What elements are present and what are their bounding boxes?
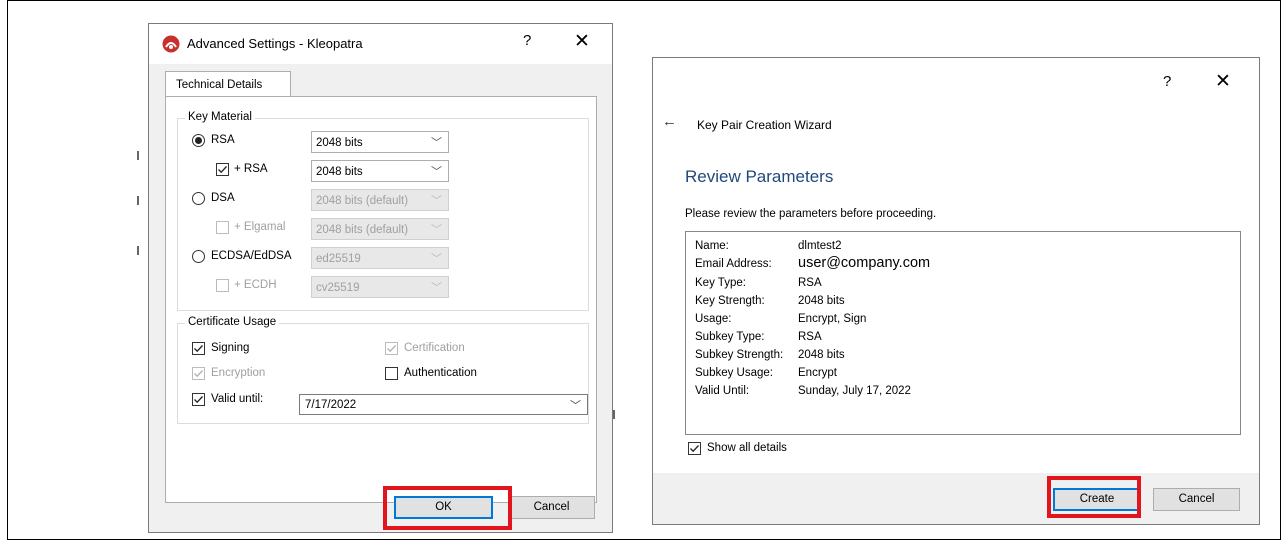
param-row: Subkey Strength: 2048 bits [695, 349, 845, 361]
dsa-label: DSA [211, 192, 235, 204]
cancel-button[interactable]: Cancel [1153, 488, 1240, 511]
ecdh-curve-select[interactable]: cv25519 ﹀ [311, 276, 449, 298]
dialog-title: Advanced Settings - Kleopatra [187, 36, 363, 51]
ecdsa-radio[interactable] [192, 250, 205, 263]
background-fragment [137, 196, 139, 205]
key-pair-wizard-dialog: ? ✕ ← Key Pair Creation Wizard Review Pa… [652, 57, 1260, 525]
group-title: Key Material [185, 111, 255, 123]
wizard-title: Key Pair Creation Wizard [697, 118, 832, 132]
param-row: Subkey Usage: Encrypt [695, 367, 837, 379]
param-row: Key Strength: 2048 bits [695, 295, 845, 307]
show-all-details-label: Show all details [707, 442, 787, 454]
close-icon[interactable]: ✕ [574, 30, 590, 53]
advanced-settings-dialog: Advanced Settings - Kleopatra ? ✕ Techni… [148, 23, 613, 533]
chevron-down-icon: ﹀ [431, 166, 442, 178]
help-icon[interactable]: ? [523, 32, 531, 49]
param-row: Valid Until: Sunday, July 17, 2022 [695, 385, 911, 397]
background-fragment [137, 246, 139, 255]
ecdh-checkbox[interactable] [216, 279, 229, 292]
show-all-details-checkbox[interactable] [688, 442, 701, 455]
intro-text: Please review the parameters before proc… [685, 208, 937, 220]
rsa-subkey-checkbox[interactable] [216, 163, 229, 176]
param-row: Key Type: RSA [695, 277, 822, 289]
elgamal-checkbox[interactable] [216, 221, 229, 234]
elgamal-key-size-select[interactable]: 2048 bits (default) ﹀ [311, 218, 449, 240]
rsa-key-size-select[interactable]: 2048 bits ﹀ [311, 131, 449, 153]
group-title: Certificate Usage [185, 316, 280, 328]
signing-label: Signing [211, 342, 250, 354]
checkmark-icon [690, 445, 699, 453]
chevron-down-icon: ﹀ [431, 224, 442, 236]
rsa-subkey-label: + RSA [234, 163, 268, 175]
key-material-group: Key Material RSA 2048 bits ﹀ + RSA 2048 b… [177, 111, 589, 311]
authentication-label: Authentication [404, 367, 477, 379]
valid-until-checkbox[interactable] [192, 393, 205, 406]
create-highlight-box [1047, 476, 1141, 518]
ok-highlight-box [383, 486, 512, 530]
checkmark-icon [194, 396, 203, 404]
title-bar: Advanced Settings - Kleopatra ? ✕ [149, 24, 612, 64]
background-fragment [613, 410, 615, 419]
cancel-button[interactable]: Cancel [508, 496, 595, 519]
certification-label: Certification [404, 342, 465, 354]
background-fragment [137, 151, 139, 160]
param-row: Subkey Type: RSA [695, 331, 822, 343]
param-row: Usage: Encrypt, Sign [695, 313, 867, 325]
dsa-key-size-select[interactable]: 2048 bits (default) ﹀ [311, 189, 449, 211]
valid-until-label: Valid until: [211, 393, 264, 405]
page-heading: Review Parameters [685, 167, 834, 186]
help-icon[interactable]: ? [1163, 73, 1171, 90]
chevron-down-icon: ﹀ [431, 282, 442, 294]
rsa-subkey-size-select[interactable]: 2048 bits ﹀ [311, 160, 449, 182]
dsa-radio[interactable] [192, 192, 205, 205]
chevron-down-icon: ﹀ [431, 195, 442, 207]
certification-checkbox[interactable] [385, 342, 398, 355]
chevron-down-icon: ﹀ [570, 400, 581, 412]
signing-checkbox[interactable] [192, 342, 205, 355]
checkmark-icon [218, 166, 227, 174]
encryption-checkbox[interactable] [192, 367, 205, 380]
encryption-label: Encryption [211, 367, 266, 379]
parameters-box: Name: dlmtest2 Email Address: user@company… [685, 231, 1241, 435]
ecdsa-curve-select[interactable]: ed25519 ﹀ [311, 247, 449, 269]
checkmark-icon [194, 345, 203, 353]
ecdsa-label: ECDSA/EdDSA [211, 250, 292, 262]
kleopatra-app-icon [162, 35, 180, 53]
chevron-down-icon: ﹀ [431, 253, 442, 265]
rsa-label: RSA [211, 134, 235, 146]
authentication-checkbox[interactable] [385, 367, 398, 380]
tab-technical-details[interactable]: Technical Details [165, 71, 291, 97]
chevron-down-icon: ﹀ [431, 137, 442, 149]
param-row: Email Address: user@company.com [695, 255, 931, 271]
valid-until-date-picker[interactable]: 7/17/2022 ﹀ [299, 394, 588, 415]
elgamal-label: + Elgamal [234, 221, 286, 233]
param-row: Name: dlmtest2 [695, 240, 842, 252]
ecdh-label: + ECDH [234, 279, 277, 291]
tab-panel: Key Material RSA 2048 bits ﹀ + RSA 2048 b… [165, 96, 597, 503]
checkmark-icon [194, 370, 203, 378]
close-icon[interactable]: ✕ [1215, 70, 1231, 93]
back-arrow-icon[interactable]: ← [662, 113, 677, 130]
rsa-radio[interactable] [192, 134, 205, 147]
checkmark-icon [387, 345, 396, 353]
